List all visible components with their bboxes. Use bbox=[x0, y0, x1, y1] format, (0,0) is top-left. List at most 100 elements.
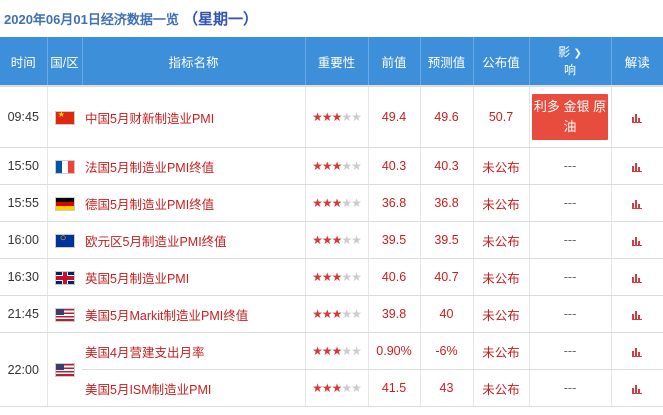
star-icon: ★ bbox=[331, 110, 343, 124]
star-icon: ★ bbox=[312, 381, 323, 395]
star-icon: ★ bbox=[341, 344, 352, 358]
impact-cell: --- bbox=[529, 184, 612, 222]
chevron-down-icon[interactable]: ❯ bbox=[573, 48, 581, 59]
importance-stars: ★★★★★ bbox=[305, 369, 369, 407]
interpret-cell[interactable] bbox=[611, 258, 663, 296]
impact-label-2: 响 bbox=[563, 62, 576, 77]
star-icon: ★ bbox=[341, 110, 352, 124]
bar-chart-icon[interactable] bbox=[632, 113, 643, 123]
indicator-link[interactable]: 美国5月ISM制造业PMI bbox=[82, 369, 306, 407]
star-icon: ★ bbox=[331, 381, 343, 395]
actual-value: 未公布 bbox=[473, 369, 530, 407]
interpret-cell[interactable] bbox=[611, 85, 663, 148]
table-row: 21:45 美国5月Markit制造业PMI终值 ★★★★★ 39.8 40 未公布 --- bbox=[0, 295, 663, 333]
previous-value: 49.4 bbox=[368, 85, 421, 148]
region-cell bbox=[47, 184, 82, 222]
actual-value: 未公布 bbox=[473, 332, 530, 370]
impact-badge: 利多 金银 原油 bbox=[532, 94, 608, 140]
bar-chart-icon[interactable] bbox=[632, 236, 643, 246]
impact-cell: --- bbox=[529, 369, 612, 407]
interpret-cell[interactable] bbox=[611, 147, 663, 185]
star-icon: ★ bbox=[321, 110, 333, 124]
indicator-link[interactable]: 德国5月制造业PMI终值 bbox=[82, 184, 306, 222]
interpret-cell[interactable] bbox=[611, 295, 663, 333]
col-time: 时间 bbox=[0, 37, 48, 86]
interpret-cell[interactable] bbox=[611, 221, 663, 259]
impact-cell: --- bbox=[529, 258, 612, 296]
bar-chart-icon[interactable] bbox=[632, 347, 643, 357]
forecast-value: 40.3 bbox=[420, 147, 474, 185]
col-previous: 前值 bbox=[368, 37, 421, 86]
star-icon: ★ bbox=[351, 233, 362, 247]
event-time: 09:45 bbox=[0, 85, 48, 148]
star-icon: ★ bbox=[312, 159, 323, 173]
star-icon: ★ bbox=[331, 270, 343, 284]
col-indicator: 指标名称 bbox=[82, 37, 306, 86]
indicator-link[interactable]: 中国5月财新制造业PMI bbox=[82, 85, 306, 148]
event-time: 15:55 bbox=[0, 184, 48, 222]
col-impact[interactable]: 影 ❯ 响 bbox=[529, 37, 612, 86]
star-icon: ★ bbox=[321, 196, 333, 210]
region-cell bbox=[47, 295, 82, 333]
eu-flag-icon bbox=[55, 234, 74, 247]
region-cell bbox=[47, 85, 82, 148]
previous-value: 36.8 bbox=[368, 184, 421, 222]
event-time: 16:30 bbox=[0, 258, 48, 296]
germany-flag-icon bbox=[55, 197, 74, 210]
event-time: 15:50 bbox=[0, 147, 48, 185]
star-icon: ★ bbox=[331, 233, 343, 247]
col-actual: 公布值 bbox=[473, 37, 530, 86]
star-icon: ★ bbox=[341, 233, 352, 247]
previous-value: 39.5 bbox=[368, 221, 421, 259]
bar-chart-icon[interactable] bbox=[632, 162, 643, 172]
star-icon: ★ bbox=[321, 381, 333, 395]
indicator-link[interactable]: 欧元区5月制造业PMI终值 bbox=[82, 221, 306, 259]
forecast-value: 36.8 bbox=[420, 184, 474, 222]
star-icon: ★ bbox=[321, 233, 333, 247]
us-flag-icon bbox=[55, 364, 74, 377]
previous-value: 0.90% bbox=[368, 332, 421, 370]
indicator-link[interactable]: 英国5月制造业PMI bbox=[82, 258, 306, 296]
previous-value: 40.3 bbox=[368, 147, 421, 185]
star-icon: ★ bbox=[341, 307, 352, 321]
star-icon: ★ bbox=[312, 196, 323, 210]
forecast-value: 40 bbox=[420, 295, 474, 333]
indicator-link[interactable]: 美国4月营建支出月率 bbox=[82, 332, 306, 370]
impact-cell: --- bbox=[529, 332, 612, 370]
interpret-cell[interactable] bbox=[611, 332, 663, 370]
star-icon: ★ bbox=[341, 159, 352, 173]
importance-stars: ★★★★★ bbox=[305, 295, 369, 333]
event-time: 21:45 bbox=[0, 295, 48, 333]
star-icon: ★ bbox=[321, 270, 333, 284]
bar-chart-icon[interactable] bbox=[632, 273, 643, 283]
actual-value: 未公布 bbox=[473, 258, 530, 296]
interpret-cell[interactable] bbox=[611, 369, 663, 407]
star-icon: ★ bbox=[321, 344, 333, 358]
importance-stars: ★★★★★ bbox=[305, 332, 369, 370]
region-cell bbox=[47, 147, 82, 185]
table-header-row: 时间 国/区 指标名称 重要性 前值 预测值 公布值 影 ❯ 响 解读 bbox=[0, 37, 663, 86]
star-icon: ★ bbox=[351, 344, 362, 358]
bar-chart-icon[interactable] bbox=[632, 199, 643, 209]
star-icon: ★ bbox=[331, 159, 343, 173]
star-icon: ★ bbox=[312, 307, 323, 321]
indicator-link[interactable]: 法国5月制造业PMI终值 bbox=[82, 147, 306, 185]
previous-value: 39.8 bbox=[368, 295, 421, 333]
indicator-link[interactable]: 美国5月Markit制造业PMI终值 bbox=[82, 295, 306, 333]
star-icon: ★ bbox=[351, 110, 362, 124]
date-title: 2020年06月01日经济数据一览 bbox=[4, 12, 179, 27]
col-region: 国/区 bbox=[47, 37, 83, 86]
interpret-cell[interactable] bbox=[611, 184, 663, 222]
region-cell bbox=[47, 258, 82, 296]
importance-stars: ★★★★★ bbox=[305, 221, 369, 259]
bar-chart-icon[interactable] bbox=[632, 384, 643, 394]
table-row: 美国5月ISM制造业PMI ★★★★★ 41.5 43 未公布 --- bbox=[0, 369, 663, 407]
impact-cell: 利多 金银 原油 bbox=[529, 85, 612, 148]
actual-value: 未公布 bbox=[473, 295, 530, 333]
bar-chart-icon[interactable] bbox=[632, 310, 643, 320]
col-forecast: 预测值 bbox=[420, 37, 474, 86]
event-time: 22:00 bbox=[0, 332, 48, 407]
impact-cell: --- bbox=[529, 147, 612, 185]
table-row: 15:55 德国5月制造业PMI终值 ★★★★★ 36.8 36.8 未公布 --- bbox=[0, 184, 663, 222]
forecast-value: 49.6 bbox=[420, 85, 474, 148]
